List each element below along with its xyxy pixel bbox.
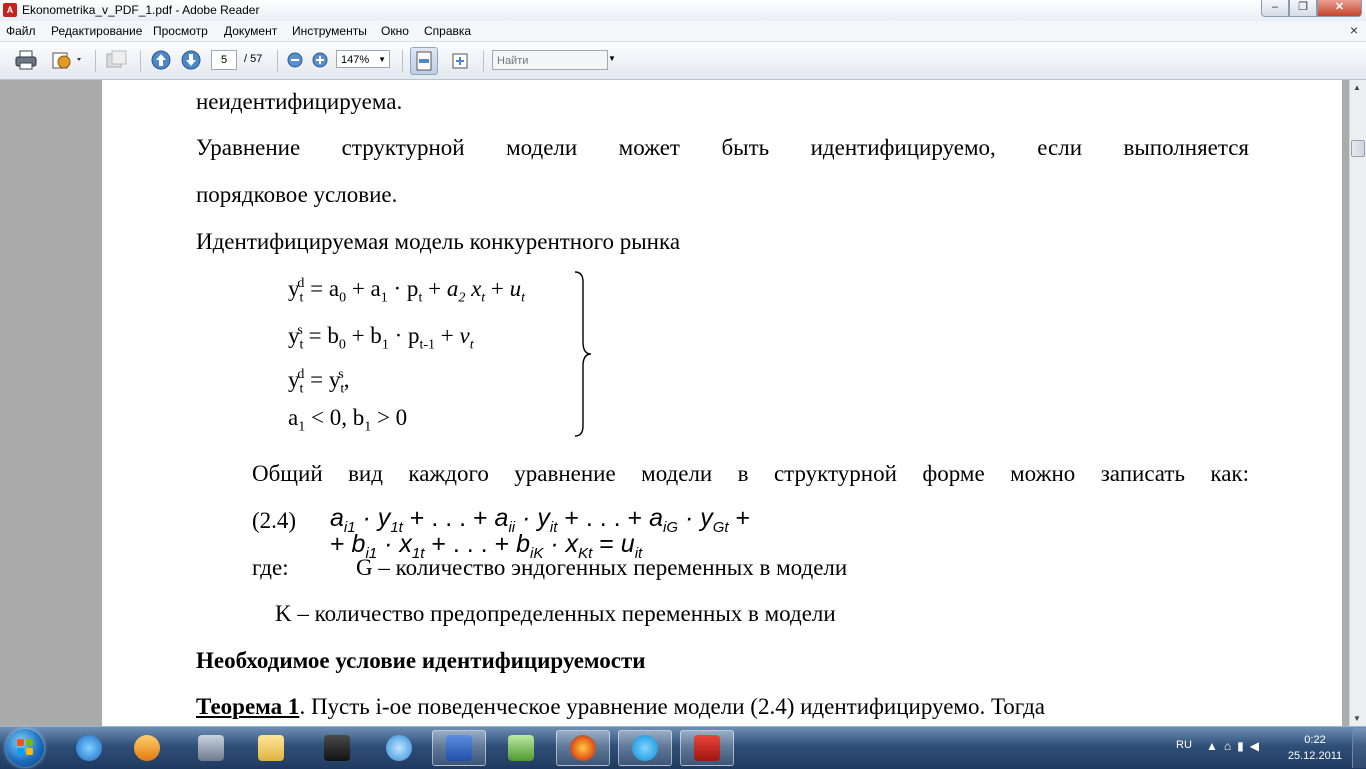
document-area[interactable]: неидентифицируема. Уравнение структурной… (0, 80, 1349, 726)
section-heading: Необходимое условие идентифицируемости (196, 648, 646, 673)
theorem-line: Теорема 1 . Пусть i-ое поведенческое ура… (196, 694, 1249, 720)
pdf-page: неидентифицируема. Уравнение структурной… (102, 80, 1342, 726)
fit-width-icon[interactable] (448, 49, 472, 73)
theorem-label: Теорема 1 (196, 694, 300, 719)
zoom-select[interactable]: 147% ▼ (336, 50, 390, 68)
menu-document[interactable]: Документ (224, 24, 277, 38)
toolbar-separator (95, 50, 96, 72)
window-title: Ekonometrika_v_PDF_1.pdf - Adobe Reader (22, 3, 260, 17)
firefox-icon[interactable] (556, 730, 610, 766)
general-form-text: Общий вид каждого уравнение модели в стр… (252, 461, 1249, 486)
page-number-input[interactable]: 5 (211, 50, 237, 70)
scroll-up-icon[interactable]: ▲ (1353, 83, 1361, 92)
menu-view[interactable]: Просмотр (153, 24, 208, 38)
chevron-down-icon: ▼ (378, 55, 386, 64)
clock-date[interactable]: 25.12.2011 (1284, 750, 1346, 762)
menu-edit[interactable]: Редактирование (51, 24, 142, 38)
menu-window[interactable]: Окно (381, 24, 409, 38)
word-icon[interactable] (432, 730, 486, 766)
theorem-text: . Пусть i-ое поведенческое уравнение мод… (299, 694, 1046, 719)
collaborate-icon[interactable] (104, 49, 130, 71)
scanner-icon[interactable] (184, 730, 238, 766)
paragraph-line: порядковое условие. (196, 182, 398, 207)
usb-icon[interactable] (494, 730, 548, 766)
fit-page-icon[interactable] (410, 47, 438, 75)
where-label: где: (252, 555, 289, 580)
vertical-scrollbar[interactable]: ▲ ▼ (1349, 80, 1366, 726)
brace-symbol (574, 271, 592, 437)
media-player-icon[interactable] (120, 730, 174, 766)
start-button[interactable] (6, 729, 44, 767)
share-icon[interactable] (50, 49, 84, 71)
zoom-in-icon[interactable] (311, 51, 329, 69)
show-desktop-button[interactable] (1352, 728, 1366, 768)
model-heading: Идентифицируемая модель конкурентного ры… (196, 229, 681, 254)
paragraph-line: Уравнение структурной модели может быть … (196, 135, 1249, 160)
k-definition: K – количество предопределенных переменн… (275, 601, 836, 626)
previous-page-icon[interactable] (150, 49, 172, 71)
scroll-down-icon[interactable]: ▼ (1353, 714, 1361, 723)
toolbar-separator (402, 50, 403, 72)
equation-equilibrium: ytd = yts, (288, 367, 350, 397)
window-controls: – ❐ ✕ (1261, 0, 1362, 19)
adobe-reader-icon[interactable] (680, 730, 734, 766)
zoom-out-icon[interactable] (286, 51, 304, 69)
menu-file[interactable]: Файл (6, 24, 36, 38)
maximize-button[interactable]: ❐ (1289, 0, 1317, 17)
equation-supply: yts = b0 + b1 · pt-1 + vt (288, 323, 474, 353)
adobe-reader-icon: A (3, 3, 17, 17)
clock-time[interactable]: 0:22 (1290, 734, 1340, 746)
toolbar-separator (483, 50, 484, 72)
document-close-icon[interactable]: × (1350, 22, 1358, 38)
zoom-value: 147% (341, 54, 370, 66)
find-input[interactable]: Найти (492, 50, 608, 70)
scrollbar-thumb[interactable] (1351, 140, 1365, 157)
print-icon[interactable] (14, 49, 38, 71)
close-button[interactable]: ✕ (1317, 0, 1362, 17)
minimize-button[interactable]: – (1261, 0, 1289, 17)
text-line: неидентифицируема. (196, 89, 403, 114)
page-total: / 57 (244, 53, 263, 65)
tray-icons[interactable]: ▲⌂▮◀ (1206, 739, 1265, 753)
next-page-icon[interactable] (180, 49, 202, 71)
menu-bar: Файл Редактирование Просмотр Документ Ин… (0, 21, 1366, 42)
find-dropdown-icon[interactable]: ▼ (608, 54, 616, 63)
toolbar-separator (140, 50, 141, 72)
title-bar: A Ekonometrika_v_PDF_1.pdf - Adobe Reade… (0, 0, 1366, 22)
menu-tools[interactable]: Инструменты (292, 24, 367, 38)
windows-logo-icon (17, 739, 33, 755)
toolbar: 5 / 57 147% ▼ Найти ▼ (0, 42, 1366, 80)
taskbar: RU ▲⌂▮◀ 0:22 25.12.2011 (0, 726, 1366, 769)
sync-icon[interactable] (372, 730, 426, 766)
skype-icon[interactable] (618, 730, 672, 766)
g-definition: G – количество эндогенных переменных в м… (356, 555, 848, 580)
equation-constraints: a1 < 0, b1 > 0 (288, 405, 408, 435)
movie-maker-icon[interactable] (310, 730, 364, 766)
internet-explorer-icon[interactable] (62, 730, 116, 766)
folder-icon[interactable] (244, 730, 298, 766)
toolbar-separator (277, 50, 278, 72)
equation-number: (2.4) (252, 508, 297, 533)
equation-demand: ytd = a0 + a1 · pt + a2 xt + ut (288, 276, 526, 306)
language-indicator[interactable]: RU (1176, 739, 1192, 751)
menu-help[interactable]: Справка (424, 24, 471, 38)
